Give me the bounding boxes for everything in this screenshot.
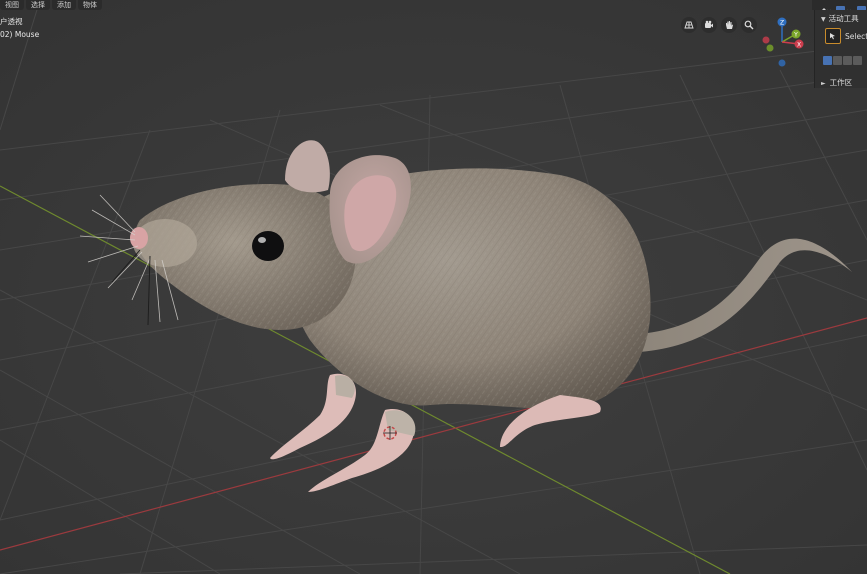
active-tool-title: 活动工具: [828, 14, 859, 23]
grid-view-icon[interactable]: [681, 17, 697, 33]
menu-view[interactable]: 视图: [0, 0, 24, 10]
mode-invert-icon[interactable]: [853, 56, 862, 65]
3d-viewport[interactable]: 视图 选择 添加 物体 户透视 02) Mouse Z Y X ▼ 活动工具 S…: [0, 0, 867, 574]
selection-mode-row: [823, 56, 862, 65]
view-name-label: 户透视: [0, 17, 23, 26]
axis-gizmo[interactable]: Z Y X: [756, 14, 808, 70]
select-tool-button[interactable]: [825, 28, 841, 44]
active-tool-header[interactable]: ▼ 活动工具: [821, 13, 859, 24]
tool-sidebar: ▼ 活动工具 Select ► 工作区: [814, 10, 867, 88]
camera-icon[interactable]: [701, 17, 717, 33]
svg-text:X: X: [797, 42, 801, 49]
workspace-title: 工作区: [829, 78, 853, 87]
hand-pan-icon[interactable]: [721, 17, 737, 33]
mode-subtract-icon[interactable]: [843, 56, 852, 65]
mode-extend-icon[interactable]: [833, 56, 842, 65]
svg-text:Y: Y: [793, 32, 798, 39]
viewport-canvas[interactable]: [0, 0, 867, 574]
zoom-icon[interactable]: [741, 17, 757, 33]
menu-object[interactable]: 物体: [78, 0, 102, 10]
mode-new-icon[interactable]: [823, 56, 832, 65]
select-tool-label: Select: [845, 32, 867, 41]
gizmo-neg-z-icon[interactable]: [778, 59, 786, 67]
menu-select[interactable]: 选择: [26, 0, 50, 10]
menu-add[interactable]: 添加: [52, 0, 76, 10]
gizmo-neg-y-icon[interactable]: [766, 44, 774, 52]
select-cursor-icon: [830, 33, 835, 40]
svg-text:Z: Z: [780, 20, 784, 27]
header-menu: 视图 选择 添加 物体: [0, 0, 102, 10]
object-info-label: 02) Mouse: [0, 30, 40, 39]
workspace-header[interactable]: ► 工作区: [821, 77, 852, 88]
gizmo-neg-x-icon[interactable]: [762, 36, 770, 44]
header-right-tools: [812, 0, 867, 14]
